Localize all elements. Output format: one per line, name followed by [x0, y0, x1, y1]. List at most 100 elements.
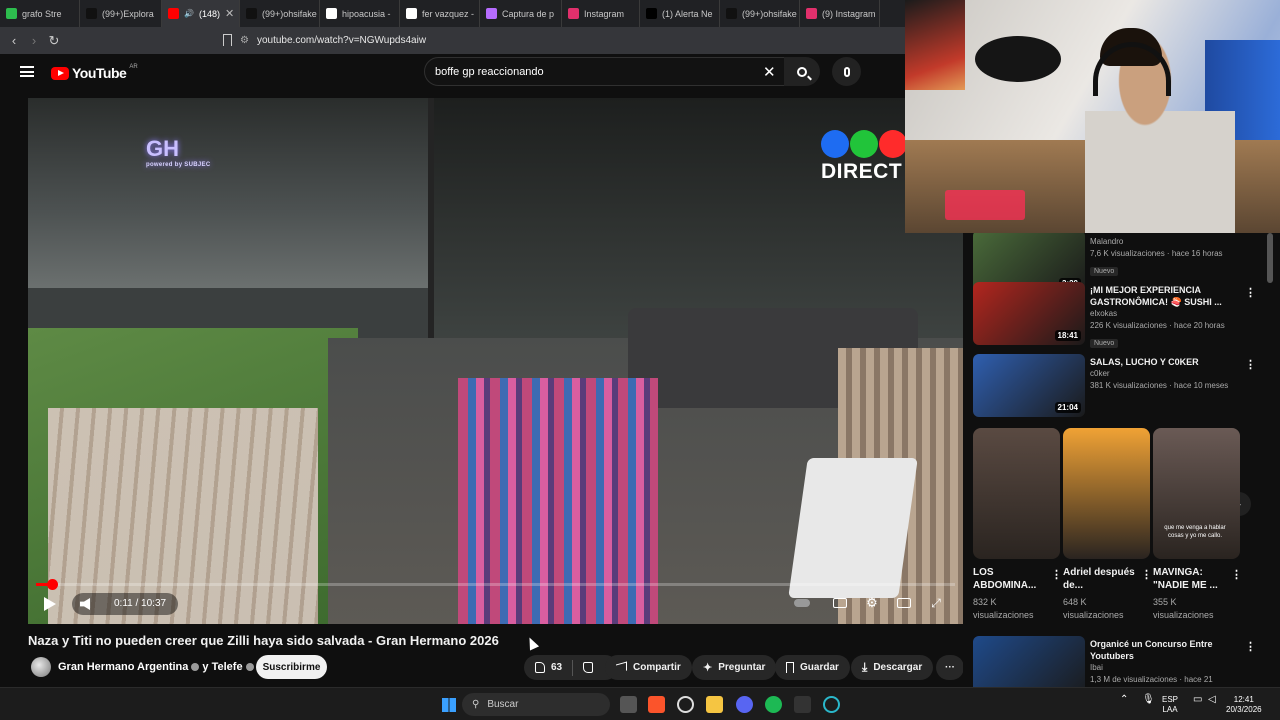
- task-view-icon[interactable]: [620, 696, 637, 713]
- davinci-icon[interactable]: [794, 696, 811, 713]
- network-icon[interactable]: ▭: [1193, 695, 1202, 705]
- tab-favicon-icon: [86, 8, 97, 19]
- like-count[interactable]: 63: [551, 662, 562, 673]
- channel-avatar[interactable]: [31, 657, 51, 677]
- tray-overflow-icon[interactable]: ⌃: [1120, 695, 1128, 705]
- search-input[interactable]: boffe gp reaccionando: [424, 57, 786, 86]
- short-options-icon[interactable]: ⋮: [1231, 568, 1242, 581]
- browser-tab[interactable]: Instagram: [562, 0, 640, 27]
- capcut-icon[interactable]: [823, 696, 840, 713]
- tab-audio-icon[interactable]: 🔊: [184, 9, 194, 18]
- download-icon: ⤓: [862, 660, 868, 674]
- short-thumbnail[interactable]: [973, 428, 1060, 559]
- short-title[interactable]: Adriel después de...: [1063, 566, 1139, 592]
- tab-label: hipoacusia -: [342, 8, 391, 19]
- browser-tab[interactable]: (9) Instagram: [800, 0, 880, 27]
- browser-tab[interactable]: (1) Alerta Ne: [640, 0, 720, 27]
- tab-favicon-icon: [486, 8, 497, 19]
- bookmark-icon[interactable]: [223, 34, 232, 46]
- tab-label: (99+)ohsifake: [742, 8, 797, 19]
- voice-search-button[interactable]: [832, 57, 861, 86]
- play-icon[interactable]: [44, 597, 56, 611]
- short-thumbnail[interactable]: que me venga a hablar cosas y yo me call…: [1153, 428, 1240, 559]
- browser-tab[interactable]: 🔊 (148) ✕: [162, 0, 240, 27]
- save-button[interactable]: Guardar: [775, 655, 850, 680]
- taskbar-search-input[interactable]: ⚲ Buscar: [462, 693, 610, 716]
- windows-start-icon[interactable]: [440, 696, 457, 713]
- like-icon[interactable]: [535, 662, 545, 673]
- fullscreen-icon[interactable]: ⤢: [926, 594, 946, 612]
- spotify-icon[interactable]: [765, 696, 782, 713]
- video-thumbnail[interactable]: 21:04: [973, 354, 1085, 417]
- subtitles-icon[interactable]: [830, 594, 850, 612]
- dislike-icon[interactable]: [583, 662, 594, 673]
- short-options-icon[interactable]: ⋮: [1141, 568, 1152, 581]
- chrome-icon[interactable]: [677, 696, 694, 713]
- short-title[interactable]: MAVINGA: "NADIE ME ...: [1153, 566, 1229, 592]
- channel-name[interactable]: Ibai: [1090, 662, 1230, 674]
- verified-icon-2: [245, 663, 254, 672]
- video-thumbnail[interactable]: 18:41: [973, 282, 1085, 345]
- language-indicator[interactable]: ESP LAA: [1162, 695, 1178, 715]
- subscribe-button[interactable]: Suscribirme: [256, 655, 327, 679]
- video-frame-chair: [788, 458, 918, 598]
- browser-tab[interactable]: (99+)ohsifake: [720, 0, 800, 27]
- tab-close-icon[interactable]: ✕: [225, 7, 234, 20]
- video-info: Malandro 7,6 K visualizaciones · hace 16 …: [1090, 236, 1230, 278]
- search-button[interactable]: [784, 57, 820, 86]
- brave-browser-icon[interactable]: [648, 696, 665, 713]
- browser-tab[interactable]: Captura de p: [480, 0, 562, 27]
- miniplayer-icon[interactable]: [894, 594, 914, 612]
- back-icon[interactable]: ‹: [4, 33, 24, 48]
- neon-logo-subtext: powered by SUBJEC: [146, 162, 211, 168]
- discord-icon[interactable]: [736, 696, 753, 713]
- webcam-keyboard: [945, 190, 1025, 220]
- forward-icon[interactable]: ›: [24, 33, 44, 48]
- tray-mic-icon[interactable]: 🎙: [1142, 695, 1155, 705]
- progress-bar[interactable]: [36, 579, 955, 590]
- channel-bug-text: DIRECT: [821, 160, 903, 183]
- channel-name[interactable]: elxokas: [1090, 308, 1230, 320]
- file-explorer-icon[interactable]: [706, 696, 723, 713]
- channel-name[interactable]: c0ker: [1090, 368, 1230, 380]
- browser-tab[interactable]: hipoacusia -: [320, 0, 400, 27]
- more-options-icon[interactable]: ⋮: [1245, 640, 1256, 653]
- reload-icon[interactable]: ↻: [44, 33, 64, 49]
- video-title[interactable]: Organicé un Concurso Entre Youtubers: [1090, 638, 1230, 662]
- youtube-logo[interactable]: YouTube AR: [51, 64, 138, 81]
- autoplay-toggle-icon[interactable]: [792, 594, 812, 612]
- download-button[interactable]: ⤓ Descargar: [851, 655, 934, 680]
- channel-bug: DIRECT: [821, 130, 907, 184]
- video-thumbnail[interactable]: [973, 636, 1085, 687]
- url-field[interactable]: ⚙ youtube.com/watch?v=NGWupds4aiw: [240, 32, 890, 49]
- site-info-icon[interactable]: ⚙: [240, 35, 249, 46]
- short-thumbnail[interactable]: [1063, 428, 1150, 559]
- channel-name[interactable]: Malandro: [1090, 236, 1230, 248]
- more-actions-button[interactable]: ···: [936, 655, 964, 680]
- browser-tab[interactable]: grafo Stre: [0, 0, 80, 27]
- menu-icon[interactable]: [20, 66, 34, 77]
- ask-button[interactable]: ✦ Preguntar: [692, 655, 777, 680]
- short-options-icon[interactable]: ⋮: [1051, 568, 1062, 581]
- webcam-wall-logo: [975, 36, 1061, 82]
- more-options-icon[interactable]: ⋮: [1245, 286, 1256, 299]
- progress-scrubber[interactable]: [46, 579, 58, 590]
- more-options-icon[interactable]: ⋮: [1245, 358, 1256, 371]
- neon-logo-text: GH: [146, 136, 179, 161]
- browser-tab[interactable]: fer vazquez -: [400, 0, 480, 27]
- video-title[interactable]: SALAS, LUCHO Y C0KER: [1090, 356, 1230, 368]
- short-title[interactable]: LOS ABDOMINA...: [973, 566, 1049, 592]
- channel-name[interactable]: Gran Hermano Argentina y Telefe: [58, 661, 257, 673]
- download-label: Descargar: [873, 662, 923, 673]
- video-title[interactable]: ¡MI MEJOR EXPERIENCIA GASTRONÔMICA! 🍣 SU…: [1090, 284, 1230, 308]
- clear-search-icon[interactable]: ✕: [763, 63, 776, 81]
- share-button[interactable]: Compartir: [605, 655, 692, 680]
- video-player[interactable]: GH powered by SUBJEC DIRECT 0:11 / 10:37…: [28, 98, 963, 624]
- browser-tab[interactable]: (99+)ohsifake: [240, 0, 320, 27]
- sidebar-scrollbar[interactable]: [1267, 233, 1273, 283]
- settings-icon[interactable]: ⚙: [862, 594, 882, 612]
- save-label: Guardar: [800, 662, 839, 673]
- browser-tab[interactable]: (99+)Explora: [80, 0, 162, 27]
- clock[interactable]: 12:41 20/3/2026: [1226, 695, 1262, 715]
- speaker-icon[interactable]: ◁: [1208, 695, 1216, 705]
